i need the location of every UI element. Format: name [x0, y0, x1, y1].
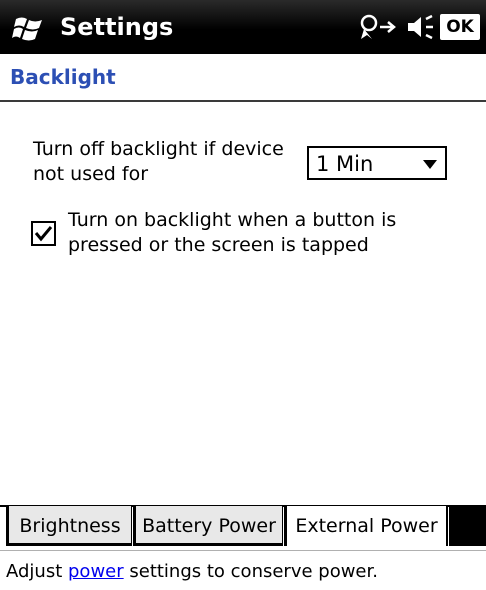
tap-backlight-checkbox[interactable] — [31, 221, 56, 246]
backlight-timeout-select[interactable]: 1 Min — [307, 146, 447, 180]
checkmark-icon — [34, 226, 53, 242]
tab-battery-power[interactable]: Battery Power — [133, 506, 283, 546]
connectivity-icon[interactable] — [358, 12, 400, 42]
footer-suffix: settings to conserve power. — [123, 561, 378, 582]
backlight-timeout-label: Turn off backlight if device not used fo… — [33, 138, 284, 185]
volume-icon[interactable] — [405, 12, 435, 42]
chevron-down-icon — [423, 160, 437, 169]
page-header: Backlight — [0, 54, 486, 102]
tab-strip-end — [449, 506, 486, 546]
tap-backlight-label[interactable]: Turn on backlight when a button is press… — [68, 208, 428, 258]
timeout-select-value: 1 Min — [316, 152, 374, 176]
tab-brightness[interactable]: Brightness — [6, 506, 132, 546]
page-title: Backlight — [10, 65, 116, 89]
footer-text: Adjust power settings to conserve power. — [6, 560, 378, 584]
app-title: Settings — [60, 13, 174, 41]
title-bar: Settings OK — [0, 0, 486, 54]
footer: Adjust power settings to conserve power. — [0, 550, 486, 590]
ok-button[interactable]: OK — [440, 14, 480, 40]
tab-strip: Brightness Battery Power External Power — [0, 505, 486, 552]
windows-start-icon[interactable] — [12, 13, 46, 41]
footer-prefix: Adjust — [6, 561, 68, 582]
tab-external-power[interactable]: External Power — [284, 506, 448, 546]
power-link[interactable]: power — [68, 561, 124, 582]
